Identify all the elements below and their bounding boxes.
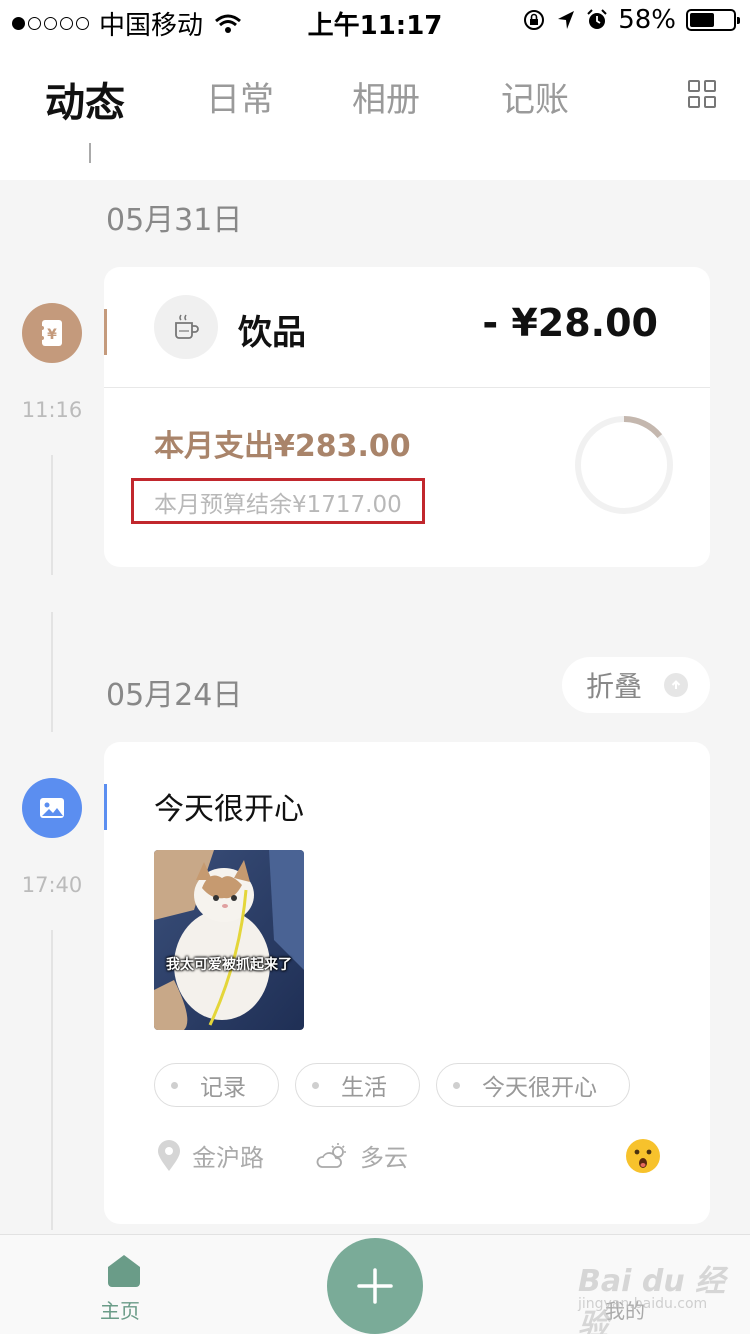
tag-label: 生活	[341, 1075, 387, 1101]
tab-xiangce[interactable]: 相册	[352, 72, 420, 121]
partly-cloudy-icon	[316, 1142, 346, 1168]
watermark-brand: Bai du 经验	[578, 1264, 726, 1334]
fold-button[interactable]: 折叠	[562, 657, 710, 713]
svg-text:¥: ¥	[47, 327, 57, 343]
weather-label: 多云	[360, 1144, 408, 1172]
tab-jizhang[interactable]: 记账	[501, 72, 569, 121]
location-info[interactable]: 金沪路	[156, 1138, 264, 1173]
battery-icon	[686, 9, 740, 31]
surprised-face-icon[interactable]	[624, 1137, 662, 1175]
tab-richang[interactable]: 日常	[206, 72, 274, 121]
diary-title: 今天很开心	[154, 792, 304, 827]
budget-remaining: 本月预算结余¥1717.00	[154, 492, 402, 518]
card-divider	[104, 387, 710, 388]
coffee-cup-icon	[175, 314, 199, 339]
battery-fill	[690, 13, 715, 27]
timeline-line	[51, 455, 53, 575]
entry-time: 11:16	[21, 398, 83, 422]
alarm-icon	[587, 9, 607, 29]
nav-caret	[89, 143, 91, 163]
tag-chip[interactable]: 记录	[154, 1063, 279, 1107]
photo-caption: 我太可爱被抓起来了	[166, 957, 292, 973]
date-label: 05月24日	[106, 678, 243, 713]
arrow-up-icon	[664, 673, 689, 697]
home-icon	[108, 1255, 140, 1287]
weather-info[interactable]: 多云	[316, 1138, 408, 1173]
location-pin-icon	[158, 1139, 180, 1171]
tag-list: 记录 生活 今天很开心	[154, 1063, 630, 1107]
status-right: 58%	[522, 5, 740, 35]
category-name: 饮品	[238, 313, 306, 353]
expense-amount: - ¥28.00	[482, 301, 658, 345]
top-nav: 动态 日常 相册 记账	[0, 40, 750, 180]
timeline-line	[51, 930, 53, 1230]
plus-icon	[357, 1268, 393, 1304]
battery-percent: 58%	[618, 5, 676, 35]
tab-dongtai[interactable]: 动态	[45, 70, 125, 128]
expense-card[interactable]: 饮品 - ¥28.00 本月支出¥283.00 本月预算结余¥1717.00	[104, 267, 710, 567]
location-arrow-icon	[558, 11, 575, 29]
cat-photo[interactable]: 我太可爱被抓起来了	[154, 850, 304, 1030]
tag-chip[interactable]: 生活	[295, 1063, 420, 1107]
date-label: 05月31日	[106, 203, 243, 238]
add-entry-button[interactable]	[327, 1238, 423, 1334]
grid-icon[interactable]	[688, 80, 716, 108]
entry-time: 17:40	[21, 873, 83, 897]
home-tab[interactable]	[104, 1253, 144, 1293]
rotation-lock-icon	[524, 10, 545, 30]
diary-card[interactable]: 今天很开心 我太可爱被抓起来了 记录 生活 今天很开心 金沪路 多云	[104, 742, 710, 1224]
tag-label: 今天很开心	[482, 1075, 597, 1101]
card-accent-bar	[104, 309, 107, 355]
month-spend: 本月支出¥283.00	[154, 429, 411, 464]
timeline-line	[51, 612, 53, 732]
yen-note-icon: ¥	[22, 303, 82, 363]
location-name: 金沪路	[192, 1144, 264, 1172]
category-icon-circle	[154, 295, 218, 359]
watermark-url: jingyan.baidu.com	[578, 1296, 708, 1312]
image-icon	[22, 778, 82, 838]
budget-progress-ring	[575, 416, 673, 514]
status-bar: 中国移动 上午11:17 58%	[0, 0, 750, 41]
card-accent-bar	[104, 784, 107, 830]
tag-label: 记录	[200, 1075, 246, 1101]
fold-label: 折叠	[586, 670, 643, 703]
tag-chip[interactable]: 今天很开心	[436, 1063, 630, 1107]
home-tab-label[interactable]: 主页	[100, 1295, 140, 1324]
